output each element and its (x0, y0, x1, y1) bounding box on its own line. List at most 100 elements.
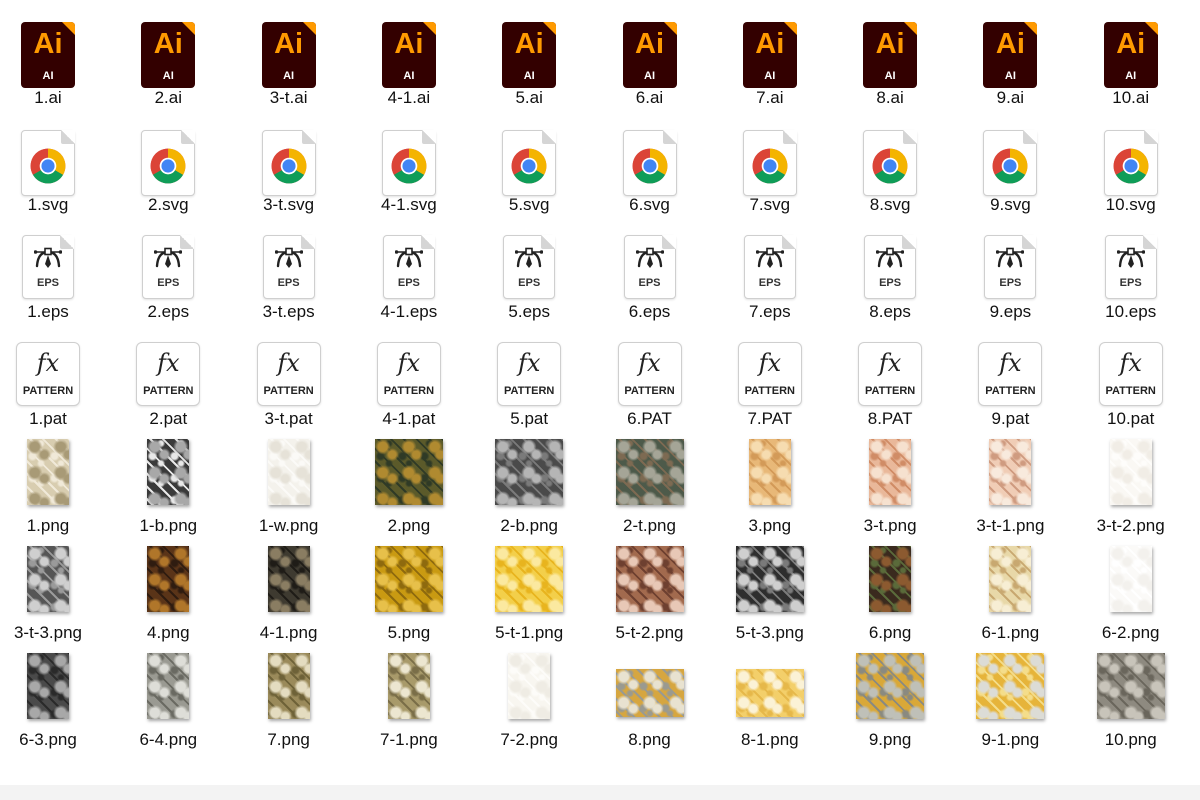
file-item[interactable]: 2.svg (113, 111, 223, 218)
eps-badge-text: EPS (518, 277, 541, 289)
file-item[interactable]: 7-2.png (474, 646, 584, 753)
file-item[interactable]: fx PATTERN 1.pat (0, 325, 103, 432)
file-item[interactable]: fx PATTERN 3-t.pat (234, 325, 344, 432)
file-item[interactable]: 7.png (234, 646, 344, 753)
file-item[interactable]: Ai AI 10.ai (1076, 4, 1186, 111)
eps-badge-text: EPS (758, 277, 781, 289)
file-item[interactable]: fx PATTERN 8.PAT (835, 325, 945, 432)
file-item[interactable]: EPS 1.eps (0, 218, 103, 325)
file-item[interactable]: Ai AI 1.ai (0, 4, 103, 111)
file-item[interactable]: EPS 2.eps (113, 218, 223, 325)
file-item[interactable]: 5.svg (474, 111, 584, 218)
file-name: 3-t-1.png (976, 516, 1045, 535)
file-item[interactable]: EPS 6.eps (595, 218, 705, 325)
file-item[interactable]: 3.png (715, 432, 825, 539)
file-item[interactable]: 7.svg (715, 111, 825, 218)
file-item[interactable]: EPS 5.eps (474, 218, 584, 325)
file-item[interactable]: 2-b.png (474, 432, 584, 539)
file-name: 8.png (628, 730, 671, 749)
pattern-thumbnail (387, 653, 430, 719)
pattern-thumbnail (267, 653, 310, 719)
file-item[interactable]: fx PATTERN 6.PAT (595, 325, 705, 432)
file-item[interactable]: 6-1.png (955, 539, 1065, 646)
file-name: 7.png (267, 730, 310, 749)
file-item[interactable]: 5-t-2.png (595, 539, 705, 646)
file-item[interactable]: Ai AI 5.ai (474, 4, 584, 111)
ai-badge-text: Ai (995, 28, 1025, 60)
file-item[interactable]: fx PATTERN 7.PAT (715, 325, 825, 432)
file-name: 2.png (387, 516, 431, 535)
file-name: 5.pat (510, 409, 549, 428)
file-item[interactable]: 3-t-2.png (1076, 432, 1186, 539)
file-item[interactable]: 5-t-3.png (715, 539, 825, 646)
file-item[interactable]: 1-b.png (113, 432, 223, 539)
file-item[interactable]: 2-t.png (595, 432, 705, 539)
file-item[interactable]: fx PATTERN 5.pat (474, 325, 584, 432)
file-item[interactable]: Ai AI 6.ai (595, 4, 705, 111)
chrome-svg-icon (835, 111, 945, 197)
file-item[interactable]: 10.svg (1076, 111, 1186, 218)
fx-icon: fx (999, 349, 1022, 377)
image-thumbnail (474, 432, 584, 518)
pattern-thumbnail (1109, 439, 1152, 505)
file-item[interactable]: Ai AI 2.ai (113, 4, 223, 111)
file-item[interactable]: EPS 9.eps (955, 218, 1065, 325)
image-thumbnail (354, 432, 464, 518)
file-item[interactable]: 9.svg (955, 111, 1065, 218)
file-item[interactable]: 6.png (835, 539, 945, 646)
eps-badge-text: EPS (36, 277, 59, 289)
file-item[interactable]: 6-3.png (0, 646, 103, 753)
file-item[interactable]: 6-4.png (113, 646, 223, 753)
file-item[interactable]: Ai AI 4-1.ai (354, 4, 464, 111)
file-item[interactable]: 4-1.png (234, 539, 344, 646)
file-item[interactable]: Ai AI 9.ai (955, 4, 1065, 111)
file-item[interactable]: fx PATTERN 10.pat (1076, 325, 1186, 432)
file-item[interactable]: EPS 10.eps (1076, 218, 1186, 325)
file-item[interactable]: 3-t.png (835, 432, 945, 539)
file-item[interactable]: 6.svg (595, 111, 705, 218)
file-name: 8.svg (869, 195, 911, 214)
file-item[interactable]: Ai AI 3-t.ai (234, 4, 344, 111)
image-thumbnail (835, 646, 945, 732)
file-item[interactable]: 7-1.png (354, 646, 464, 753)
file-item[interactable]: 3-t-3.png (0, 539, 103, 646)
file-item[interactable]: EPS 3-t.eps (234, 218, 344, 325)
file-name: 9.eps (989, 302, 1032, 321)
fx-pattern-icon: fx PATTERN (835, 325, 945, 411)
file-item[interactable]: 1.svg (0, 111, 103, 218)
file-name: 3-t.ai (269, 88, 308, 107)
file-name: 5-t-2.png (615, 623, 684, 642)
file-item[interactable]: 8-1.png (715, 646, 825, 753)
file-name: 6.svg (629, 195, 670, 214)
file-name: 3-t-3.png (13, 623, 83, 642)
file-item[interactable]: Ai AI 8.ai (835, 4, 945, 111)
file-item[interactable]: 10.png (1076, 646, 1186, 753)
file-item[interactable]: 9-1.png (955, 646, 1065, 753)
image-thumbnail (715, 432, 825, 518)
file-name: 3.png (748, 516, 792, 535)
ai-badge-text: Ai (33, 28, 63, 60)
file-item[interactable]: 3-t.svg (234, 111, 344, 218)
file-item[interactable]: 5.png (354, 539, 464, 646)
file-item[interactable]: fx PATTERN 4-1.pat (354, 325, 464, 432)
file-item[interactable]: 1-w.png (234, 432, 344, 539)
file-item[interactable]: Ai AI 7.ai (715, 4, 825, 111)
file-item[interactable]: 4-1.svg (354, 111, 464, 218)
image-thumbnail (1076, 432, 1186, 518)
file-item[interactable]: 5-t-1.png (474, 539, 584, 646)
file-item[interactable]: 9.png (835, 646, 945, 753)
file-item[interactable]: 8.svg (835, 111, 945, 218)
file-item[interactable]: 3-t-1.png (955, 432, 1065, 539)
file-item[interactable]: fx PATTERN 2.pat (113, 325, 223, 432)
image-thumbnail (113, 539, 223, 625)
file-name: 10.pat (1107, 409, 1155, 428)
file-item[interactable]: EPS 7.eps (715, 218, 825, 325)
file-item[interactable]: 6-2.png (1076, 539, 1186, 646)
file-item[interactable]: fx PATTERN 9.pat (955, 325, 1065, 432)
file-item[interactable]: 4.png (113, 539, 223, 646)
file-item[interactable]: 2.png (354, 432, 464, 539)
file-item[interactable]: 8.png (595, 646, 705, 753)
file-item[interactable]: 1.png (0, 432, 103, 539)
file-item[interactable]: EPS 8.eps (835, 218, 945, 325)
file-item[interactable]: EPS 4-1.eps (354, 218, 464, 325)
